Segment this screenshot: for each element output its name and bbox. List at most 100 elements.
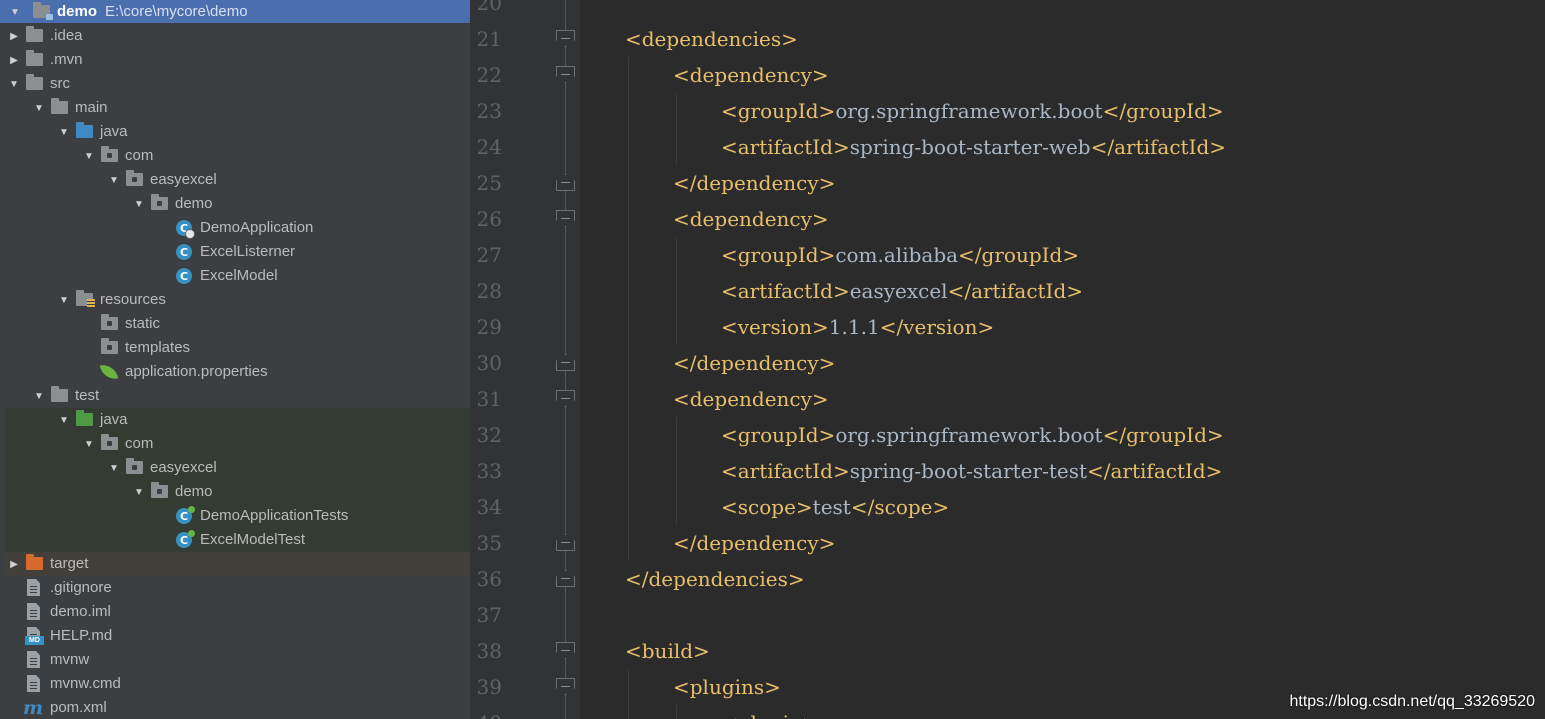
tree-row[interactable]: C ExcelModel: [0, 264, 470, 288]
tree-row[interactable]: ▼ easyexcel: [0, 168, 470, 192]
line-number: 28: [476, 279, 502, 303]
xml-tag: <version>: [721, 315, 829, 339]
code-line[interactable]: 22 <dependency>: [470, 57, 1545, 93]
code-line[interactable]: 32 <groupId>org.springframework.boot</gro…: [470, 417, 1545, 453]
code-line[interactable]: 38 <build>: [470, 633, 1545, 669]
chevron-down-icon[interactable]: ▼: [107, 456, 121, 480]
chevron-down-icon[interactable]: ▼: [7, 72, 21, 96]
folder-icon: [51, 98, 68, 114]
code-line[interactable]: 20: [470, 0, 1545, 21]
chevron-right-icon[interactable]: ▶: [7, 24, 21, 48]
code-line[interactable]: 24 <artifactId>spring-boot-starter-web</a…: [470, 129, 1545, 165]
xml-tag: <groupId>: [721, 99, 836, 123]
tree-row[interactable]: MD HELP.md: [0, 624, 470, 648]
chevron-down-icon[interactable]: ▼: [32, 96, 46, 120]
tree-row[interactable]: m pom.xml: [0, 696, 470, 719]
xml-tag: </groupId>: [1102, 99, 1224, 123]
tree-row[interactable]: C ExcelListerner: [0, 240, 470, 264]
tree-row[interactable]: ▼ com: [0, 144, 470, 168]
xml-tag: </artifactId>: [947, 279, 1084, 303]
code-line[interactable]: 30 </dependency>: [470, 345, 1545, 381]
tree-row[interactable]: C ExcelModelTest: [0, 528, 470, 552]
xml-text: com.alibaba: [835, 243, 959, 267]
tree-row[interactable]: ▼ java: [0, 408, 470, 432]
code-text: <dependency>: [673, 57, 829, 93]
code-line[interactable]: 21 <dependencies>: [470, 21, 1545, 57]
tree-row[interactable]: ▶ target: [0, 552, 470, 576]
tree-row[interactable]: ▼ easyexcel: [0, 456, 470, 480]
tree-row-label: mvnw.cmd: [50, 675, 121, 692]
tree-row-label: demo: [175, 195, 213, 212]
tree-row-label: demo.iml: [50, 603, 111, 620]
tree-row-label: .gitignore: [50, 579, 112, 596]
chevron-down-icon[interactable]: ▼: [82, 432, 96, 456]
code-line[interactable]: 25 </dependency>: [470, 165, 1545, 201]
xml-text: org.springframework.boot: [835, 423, 1103, 447]
code-line[interactable]: 23 <groupId>org.springframework.boot</gro…: [470, 93, 1545, 129]
line-number: 37: [476, 603, 502, 627]
source-folder-icon: [76, 122, 93, 138]
chevron-right-icon[interactable]: ▶: [7, 552, 21, 576]
code-line[interactable]: 27 <groupId>com.alibaba</groupId>: [470, 237, 1545, 273]
tree-row[interactable]: ▶ .mvn: [0, 48, 470, 72]
chevron-down-icon[interactable]: ▼: [8, 0, 22, 24]
tree-root-row[interactable]: ▼ demo E:\core\mycore\demo: [0, 0, 470, 24]
tree-row[interactable]: ▶ .idea: [0, 24, 470, 48]
tree-row[interactable]: ▼ demo: [0, 192, 470, 216]
code-line[interactable]: 26 <dependency>: [470, 201, 1545, 237]
tree-row[interactable]: ▼ src: [0, 72, 470, 96]
tree-row[interactable]: templates: [0, 336, 470, 360]
xml-text: spring-boot-starter-test: [849, 459, 1087, 483]
tree-row[interactable]: C DemoApplicationTests: [0, 504, 470, 528]
chevron-right-icon[interactable]: ▶: [7, 48, 21, 72]
code-line[interactable]: 37: [470, 597, 1545, 633]
xml-tag: </version>: [879, 315, 995, 339]
tree-row-label: target: [50, 555, 89, 572]
xml-text: easyexcel: [849, 279, 948, 303]
chevron-down-icon[interactable]: ▼: [57, 288, 71, 312]
tree-row-label: resources: [100, 291, 166, 308]
code-line[interactable]: 28 <artifactId>easyexcel</artifactId>: [470, 273, 1545, 309]
chevron-down-icon[interactable]: ▼: [132, 480, 146, 504]
code-line[interactable]: 36 </dependencies>: [470, 561, 1545, 597]
chevron-down-icon[interactable]: ▼: [132, 192, 146, 216]
xml-text: 1.1.1: [828, 315, 880, 339]
line-number: 33: [476, 459, 502, 483]
tree-row-label: java: [100, 411, 128, 428]
tree-row[interactable]: ▼ test: [0, 384, 470, 408]
code-line[interactable]: 34 <scope>test</scope>: [470, 489, 1545, 525]
chevron-down-icon[interactable]: ▼: [57, 120, 71, 144]
tree-row[interactable]: demo.iml: [0, 600, 470, 624]
tree-row[interactable]: application.properties: [0, 360, 470, 384]
tree-row[interactable]: ▼ demo: [0, 480, 470, 504]
test-class-icon: C: [176, 506, 195, 524]
package-icon: [101, 146, 118, 162]
chevron-down-icon[interactable]: ▼: [57, 408, 71, 432]
package-icon: [101, 338, 118, 354]
tree-row[interactable]: ▼ main: [0, 96, 470, 120]
xml-tag: <plugin>: [721, 711, 819, 719]
code-editor[interactable]: 20 21 <dependencies> 22 <dependency> 23 <group…: [470, 0, 1545, 719]
code-line[interactable]: 33 <artifactId>spring-boot-starter-test</…: [470, 453, 1545, 489]
code-text: <groupId>org.springframework.boot</group…: [721, 93, 1224, 129]
tree-row[interactable]: ▼ com: [0, 432, 470, 456]
root-module-path: E:\core\mycore\demo: [105, 3, 248, 20]
tree-row[interactable]: ▼ java: [0, 120, 470, 144]
code-text: <dependency>: [673, 201, 829, 237]
line-number: 26: [476, 207, 502, 231]
package-icon: [126, 458, 143, 474]
tree-row[interactable]: mvnw.cmd: [0, 672, 470, 696]
chevron-down-icon[interactable]: ▼: [32, 384, 46, 408]
chevron-down-icon[interactable]: ▼: [82, 144, 96, 168]
code-line[interactable]: 29 <version>1.1.1</version>: [470, 309, 1545, 345]
tree-row[interactable]: mvnw: [0, 648, 470, 672]
tree-row[interactable]: static: [0, 312, 470, 336]
tree-row[interactable]: C DemoApplication: [0, 216, 470, 240]
code-line[interactable]: 31 <dependency>: [470, 381, 1545, 417]
code-line[interactable]: 35 </dependency>: [470, 525, 1545, 561]
chevron-down-icon[interactable]: ▼: [107, 168, 121, 192]
folder-icon: [51, 386, 68, 402]
tree-row[interactable]: ▼ resources: [0, 288, 470, 312]
tree-row[interactable]: .gitignore: [0, 576, 470, 600]
tree-row-label: test: [75, 387, 100, 404]
